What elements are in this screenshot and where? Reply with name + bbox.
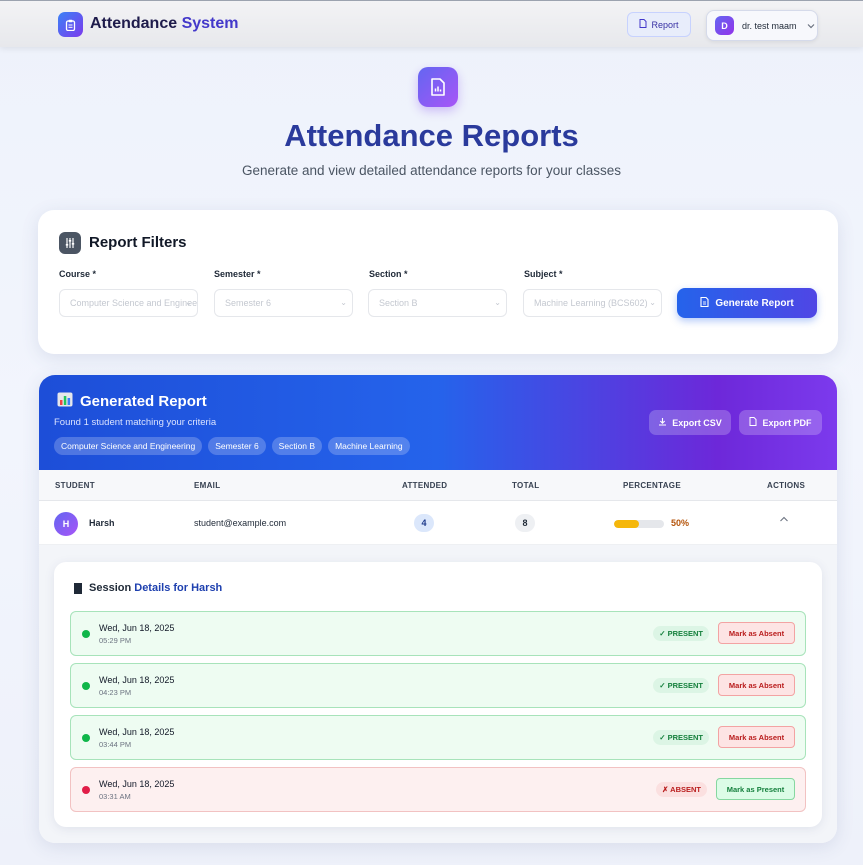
mark-absent-button[interactable]: Mark as Absent	[718, 622, 795, 644]
document-icon	[749, 417, 757, 428]
col-percentage: PERCENTAGE	[623, 481, 681, 490]
mark-present-button[interactable]: Mark as Present	[716, 778, 795, 800]
page-subtitle: Generate and view detailed attendance re…	[242, 163, 621, 178]
subject-select-value: Machine Learning (BCS602)	[534, 298, 648, 308]
attendance-progress-fill	[614, 520, 639, 528]
tag-course: Computer Science and Engineering	[54, 437, 203, 455]
session-date: Wed, Jun 18, 2025	[99, 623, 175, 633]
bar-chart-icon	[57, 392, 73, 411]
session-details-panel: Session Details for Harsh Wed, Jun 18, 2…	[39, 545, 837, 843]
session-item: Wed, Jun 18, 2025 03:44 PM ✓ PRESENT Mar…	[70, 715, 806, 760]
status-badge: ✓ PRESENT	[653, 626, 709, 641]
status-badge: ✗ ABSENT	[656, 782, 707, 797]
section-select-value: Section B	[379, 298, 418, 308]
clipboard-icon	[74, 582, 82, 594]
table-row[interactable]: H Harsh student@example.com 4 8 50%	[39, 501, 837, 545]
student-name: Harsh	[89, 518, 115, 528]
export-pdf-label: Export PDF	[762, 417, 812, 428]
session-details-card: Session Details for Harsh Wed, Jun 18, 2…	[54, 562, 822, 827]
section-select[interactable]: Section B ⌄	[368, 289, 507, 317]
user-avatar: D	[715, 16, 734, 35]
document-icon	[639, 19, 647, 30]
generate-report-button[interactable]: Generate Report	[677, 288, 817, 318]
sliders-icon	[59, 232, 81, 254]
session-date: Wed, Jun 18, 2025	[99, 675, 175, 685]
course-label: Course *	[59, 269, 97, 279]
col-student: STUDENT	[55, 481, 95, 490]
top-navbar: Attendance System Report D dr. test maam	[0, 0, 863, 47]
session-date: Wed, Jun 18, 2025	[99, 727, 175, 737]
report-title: Generated Report	[57, 392, 207, 411]
report-title-text: Generated Report	[80, 393, 207, 410]
semester-select-value: Semester 6	[225, 298, 272, 308]
generated-report-card: Generated Report Found 1 student matchin…	[39, 375, 837, 843]
total-count: 8	[515, 514, 535, 532]
semester-select[interactable]: Semester 6 ⌄	[214, 289, 353, 317]
session-item: Wed, Jun 18, 2025 04:23 PM ✓ PRESENT Mar…	[70, 663, 806, 708]
chevron-up-icon[interactable]	[779, 514, 789, 525]
page-title: Attendance Reports	[284, 118, 579, 153]
status-badge: ✓ PRESENT	[653, 730, 709, 745]
session-item: Wed, Jun 18, 2025 03:31 AM ✗ ABSENT Mark…	[70, 767, 806, 812]
subject-label: Subject *	[524, 269, 563, 279]
app-title: Attendance System	[90, 15, 239, 32]
report-subtitle: Found 1 student matching your criteria	[54, 417, 217, 428]
status-dot	[82, 734, 90, 742]
course-select[interactable]: Computer Science and Engineering ⌄	[59, 289, 198, 317]
filters-title: Report Filters	[89, 234, 187, 251]
report-filters-card: Report Filters Course * Computer Science…	[38, 210, 838, 354]
clipboard-icon	[58, 12, 83, 37]
report-nav-button[interactable]: Report	[627, 12, 691, 37]
download-icon	[658, 417, 667, 428]
session-details-title: Session Details for Harsh	[74, 582, 222, 594]
status-dot	[82, 682, 90, 690]
export-csv-label: Export CSV	[672, 417, 722, 428]
mark-absent-button[interactable]: Mark as Absent	[718, 674, 795, 696]
col-actions: ACTIONS	[767, 481, 806, 490]
session-time: 05:29 PM	[99, 636, 132, 645]
tag-semester: Semester 6	[208, 437, 266, 455]
chevron-down-icon: ⌄	[649, 298, 656, 307]
chevron-down-icon: ⌄	[185, 298, 192, 307]
document-icon	[700, 296, 709, 310]
attended-count: 4	[414, 514, 434, 532]
chevron-down-icon: ⌄	[494, 298, 501, 307]
table-header: STUDENT EMAIL ATTENDED TOTAL PERCENTAGE …	[39, 470, 837, 501]
report-tags: Computer Science and Engineering Semeste…	[54, 437, 410, 455]
student-avatar: H	[54, 512, 78, 536]
status-badge: ✓ PRESENT	[653, 678, 709, 693]
status-dot	[82, 630, 90, 638]
col-total: TOTAL	[512, 481, 540, 490]
tag-subject: Machine Learning	[328, 437, 410, 455]
session-date: Wed, Jun 18, 2025	[99, 779, 175, 789]
section-label: Section *	[369, 269, 408, 279]
session-time: 03:44 PM	[99, 740, 132, 749]
semester-label: Semester *	[214, 269, 261, 279]
export-pdf-button[interactable]: Export PDF	[739, 410, 822, 435]
export-csv-button[interactable]: Export CSV	[649, 410, 731, 435]
chevron-down-icon	[807, 21, 815, 31]
course-select-value: Computer Science and Engineering	[70, 298, 198, 308]
user-name: dr. test maam	[742, 20, 797, 31]
student-email: student@example.com	[194, 518, 287, 528]
generate-report-label: Generate Report	[715, 297, 794, 309]
mark-absent-button[interactable]: Mark as Absent	[718, 726, 795, 748]
report-nav-label: Report	[651, 19, 679, 30]
status-dot	[82, 786, 90, 794]
col-email: EMAIL	[194, 481, 221, 490]
report-chart-icon	[418, 67, 458, 107]
attendance-percentage: 50%	[671, 518, 690, 528]
session-time: 03:31 AM	[99, 792, 131, 801]
report-header: Generated Report Found 1 student matchin…	[39, 375, 837, 470]
tag-section: Section B	[271, 437, 323, 455]
attendance-progress-bar	[614, 520, 664, 528]
subject-select[interactable]: Machine Learning (BCS602) ⌄	[523, 289, 662, 317]
session-item: Wed, Jun 18, 2025 05:29 PM ✓ PRESENT Mar…	[70, 611, 806, 656]
col-attended: ATTENDED	[402, 481, 448, 490]
chevron-down-icon: ⌄	[340, 298, 347, 307]
session-time: 04:23 PM	[99, 688, 132, 697]
user-menu-button[interactable]: D dr. test maam	[706, 10, 818, 41]
